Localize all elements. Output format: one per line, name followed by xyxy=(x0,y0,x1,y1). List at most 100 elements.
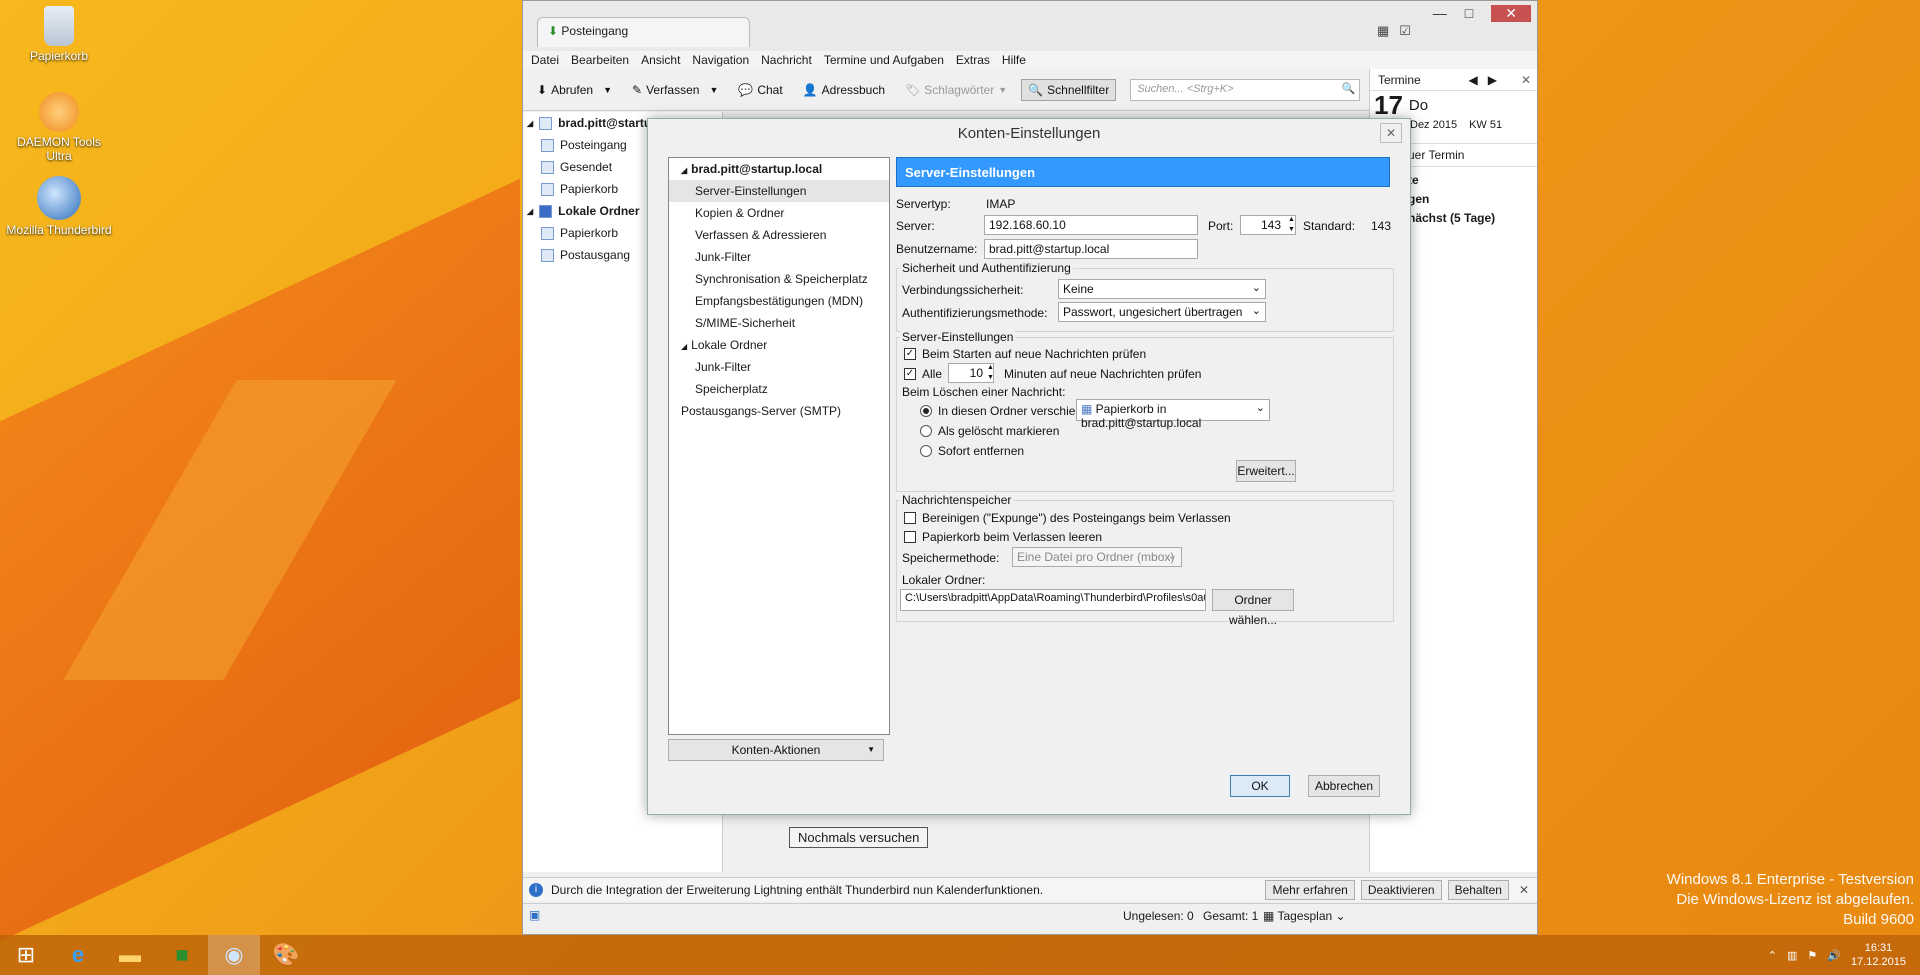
adressbuch-button[interactable]: 👤 Adressbuch xyxy=(797,80,891,100)
tasks-tab-icon[interactable]: ☑ xyxy=(1399,23,1411,39)
chat-button[interactable]: 💬 Chat xyxy=(732,80,788,100)
inbox-icon: ⬇ xyxy=(548,24,559,38)
check-every-checkbox[interactable]: ✓ xyxy=(904,368,916,380)
taskbar-store[interactable]: ■ xyxy=(156,935,208,975)
agenda-item[interactable]: te xyxy=(1408,171,1537,190)
taskbar-paint[interactable]: 🎨 xyxy=(260,935,312,975)
start-button[interactable]: ⊞ xyxy=(0,935,52,975)
menu-datei[interactable]: Datei xyxy=(531,53,559,67)
window-titlebar: ⬇ Posteingang ▦ ☑ — □ ✕ xyxy=(523,1,1537,51)
trash-folder-select[interactable]: ▦ Papierkorb in brad.pitt@startup.local ⌄ xyxy=(1076,399,1270,430)
tree-local-folders[interactable]: ◢ Lokale Ordner xyxy=(669,334,889,356)
port-spinner-icon[interactable]: ▲ ▼ xyxy=(1288,215,1295,235)
tree-item-smime[interactable]: S/MIME-Sicherheit xyxy=(669,312,889,334)
tree-item-receipts[interactable]: Empfangsbestätigungen (MDN) xyxy=(669,290,889,312)
verfassen-button[interactable]: ✎ Verfassen ▼ xyxy=(626,80,724,100)
taskbar-thunderbird[interactable]: ◉ xyxy=(208,935,260,975)
chevron-down-icon: ⌄ xyxy=(1335,909,1346,923)
close-icon[interactable]: ✕ xyxy=(1519,883,1529,897)
search-placeholder: Suchen... <Strg+K> xyxy=(1137,82,1234,95)
desktop-icon-thunderbird[interactable]: Mozilla Thunderbird xyxy=(4,176,114,237)
schlagwoerter-button[interactable]: 🏷 Schlagwörter ▼ xyxy=(899,80,1013,100)
desktop-icon-daemon-tools[interactable]: DAEMON Tools Ultra xyxy=(4,92,114,163)
advanced-button[interactable]: Erweitert... xyxy=(1236,460,1296,482)
chevron-down-icon[interactable]: ▼ xyxy=(709,85,718,95)
volume-icon[interactable]: 🔊 xyxy=(1827,949,1841,962)
menu-extras[interactable]: Extras xyxy=(956,53,990,67)
servertype-value: IMAP xyxy=(986,197,1016,211)
next-icon[interactable]: ▶ xyxy=(1488,73,1497,87)
choose-folder-button[interactable]: Ordner wählen... xyxy=(1212,589,1294,627)
default-port-label: Standard: xyxy=(1303,219,1356,233)
storage-method-label: Speichermethode: xyxy=(902,551,1000,565)
schlagwoerter-label: Schlagwörter xyxy=(924,82,995,97)
calendar-tab-icon[interactable]: ▦ xyxy=(1377,23,1389,39)
maximize-button[interactable]: □ xyxy=(1465,5,1473,22)
network-icon[interactable]: ▥ xyxy=(1787,949,1797,962)
username-input[interactable]: brad.pitt@startup.local xyxy=(984,239,1198,259)
clock[interactable]: 16:31 17.12.2015 xyxy=(1851,941,1906,969)
menu-nachricht[interactable]: Nachricht xyxy=(761,53,812,67)
tab-posteingang[interactable]: ⬇ Posteingang xyxy=(537,17,750,47)
close-icon[interactable]: ✕ xyxy=(1521,73,1531,87)
keep-button[interactable]: Behalten xyxy=(1447,879,1509,900)
search-input[interactable]: Suchen... <Strg+K> 🔍 xyxy=(1130,78,1361,101)
retry-button[interactable]: Nochmals versuchen xyxy=(789,827,929,848)
thunderbird-icon: ◉ xyxy=(224,942,244,967)
remove-now-label: Sofort entfernen xyxy=(938,444,1025,458)
activity-icon[interactable]: ▣ xyxy=(529,908,540,922)
tree-item-copies-folders[interactable]: Kopien & Ordner xyxy=(669,202,889,224)
tree-item-smtp[interactable]: Postausgangs-Server (SMTP) xyxy=(669,400,889,422)
close-button[interactable]: ✕ xyxy=(1491,5,1531,22)
tree-label: Lokale Ordner xyxy=(691,338,768,352)
abrufen-button[interactable]: ⬇ Abrufen ▼ xyxy=(531,80,618,100)
tree-item-local-junk[interactable]: Junk-Filter xyxy=(669,356,889,378)
taskbar-explorer[interactable]: ▬ xyxy=(104,935,156,975)
tree-item-sync[interactable]: Synchronisation & Speicherplatz xyxy=(669,268,889,290)
recycle-bin-icon xyxy=(44,6,74,46)
dialog-close-button[interactable]: ✕ xyxy=(1380,123,1402,143)
action-center-icon[interactable]: ⚑ xyxy=(1807,949,1817,962)
chevron-up-icon[interactable]: ⌃ xyxy=(1768,949,1777,962)
folder-label: Gesendet xyxy=(560,160,613,174)
account-actions-button[interactable]: Konten-Aktionen ▼ xyxy=(668,739,884,761)
menu-termine[interactable]: Termine und Aufgaben xyxy=(824,53,944,67)
remove-now-radio[interactable] xyxy=(920,445,932,457)
auth-method-select[interactable]: Passwort, ungesichert übertragen ⌄ xyxy=(1058,302,1266,322)
agenda-item[interactable]: gen xyxy=(1408,190,1537,209)
ok-button[interactable]: OK xyxy=(1230,775,1290,797)
desktop-icon-recycle-bin[interactable]: Papierkorb xyxy=(4,6,114,63)
minimize-button[interactable]: — xyxy=(1433,5,1447,22)
taskbar-ie[interactable]: e xyxy=(52,935,104,975)
tree-item-server-settings[interactable]: Server-Einstellungen xyxy=(669,180,889,202)
agenda-item[interactable]: nächst (5 Tage) xyxy=(1408,209,1537,228)
menu-hilfe[interactable]: Hilfe xyxy=(1002,53,1026,67)
move-to-folder-radio[interactable] xyxy=(920,405,932,417)
deactivate-button[interactable]: Deaktivieren xyxy=(1360,879,1442,900)
tree-item-composition[interactable]: Verfassen & Adressieren xyxy=(669,224,889,246)
empty-trash-checkbox[interactable] xyxy=(904,531,916,543)
person-icon: 👤 xyxy=(802,82,818,97)
check-on-start-checkbox[interactable]: ✓ xyxy=(904,348,916,360)
prev-icon[interactable]: ◀ xyxy=(1468,73,1477,87)
local-dir-input[interactable]: C:\Users\bradpitt\AppData\Roaming\Thunde… xyxy=(900,589,1206,611)
menu-bearbeiten[interactable]: Bearbeiten xyxy=(571,53,629,67)
dayplan-button[interactable]: ▦ Tagesplan ⌄ xyxy=(1263,909,1346,923)
tree-item-local-storage[interactable]: Speicherplatz xyxy=(669,378,889,400)
interval-spinner-icon[interactable]: ▲ ▼ xyxy=(987,363,994,383)
select-value: Keine xyxy=(1063,282,1094,296)
learn-more-button[interactable]: Mehr erfahren xyxy=(1265,879,1355,900)
tree-item-junk[interactable]: Junk-Filter xyxy=(669,246,889,268)
menu-ansicht[interactable]: Ansicht xyxy=(641,53,680,67)
expunge-checkbox[interactable] xyxy=(904,512,916,524)
conn-security-select[interactable]: Keine ⌄ xyxy=(1058,279,1266,299)
tree-account[interactable]: ◢ brad.pitt@startup.local xyxy=(669,158,889,180)
chevron-down-icon[interactable]: ▼ xyxy=(603,85,612,95)
server-input[interactable]: 192.168.60.10 xyxy=(984,215,1198,235)
schnellfilter-button[interactable]: 🔍 Schnellfilter xyxy=(1021,78,1117,101)
cancel-button[interactable]: Abbrechen xyxy=(1308,775,1380,797)
menu-navigation[interactable]: Navigation xyxy=(692,53,749,67)
chevron-down-icon: ▼ xyxy=(998,84,1008,95)
mark-deleted-radio[interactable] xyxy=(920,425,932,437)
panel-heading: Server-Einstellungen xyxy=(896,157,1390,187)
